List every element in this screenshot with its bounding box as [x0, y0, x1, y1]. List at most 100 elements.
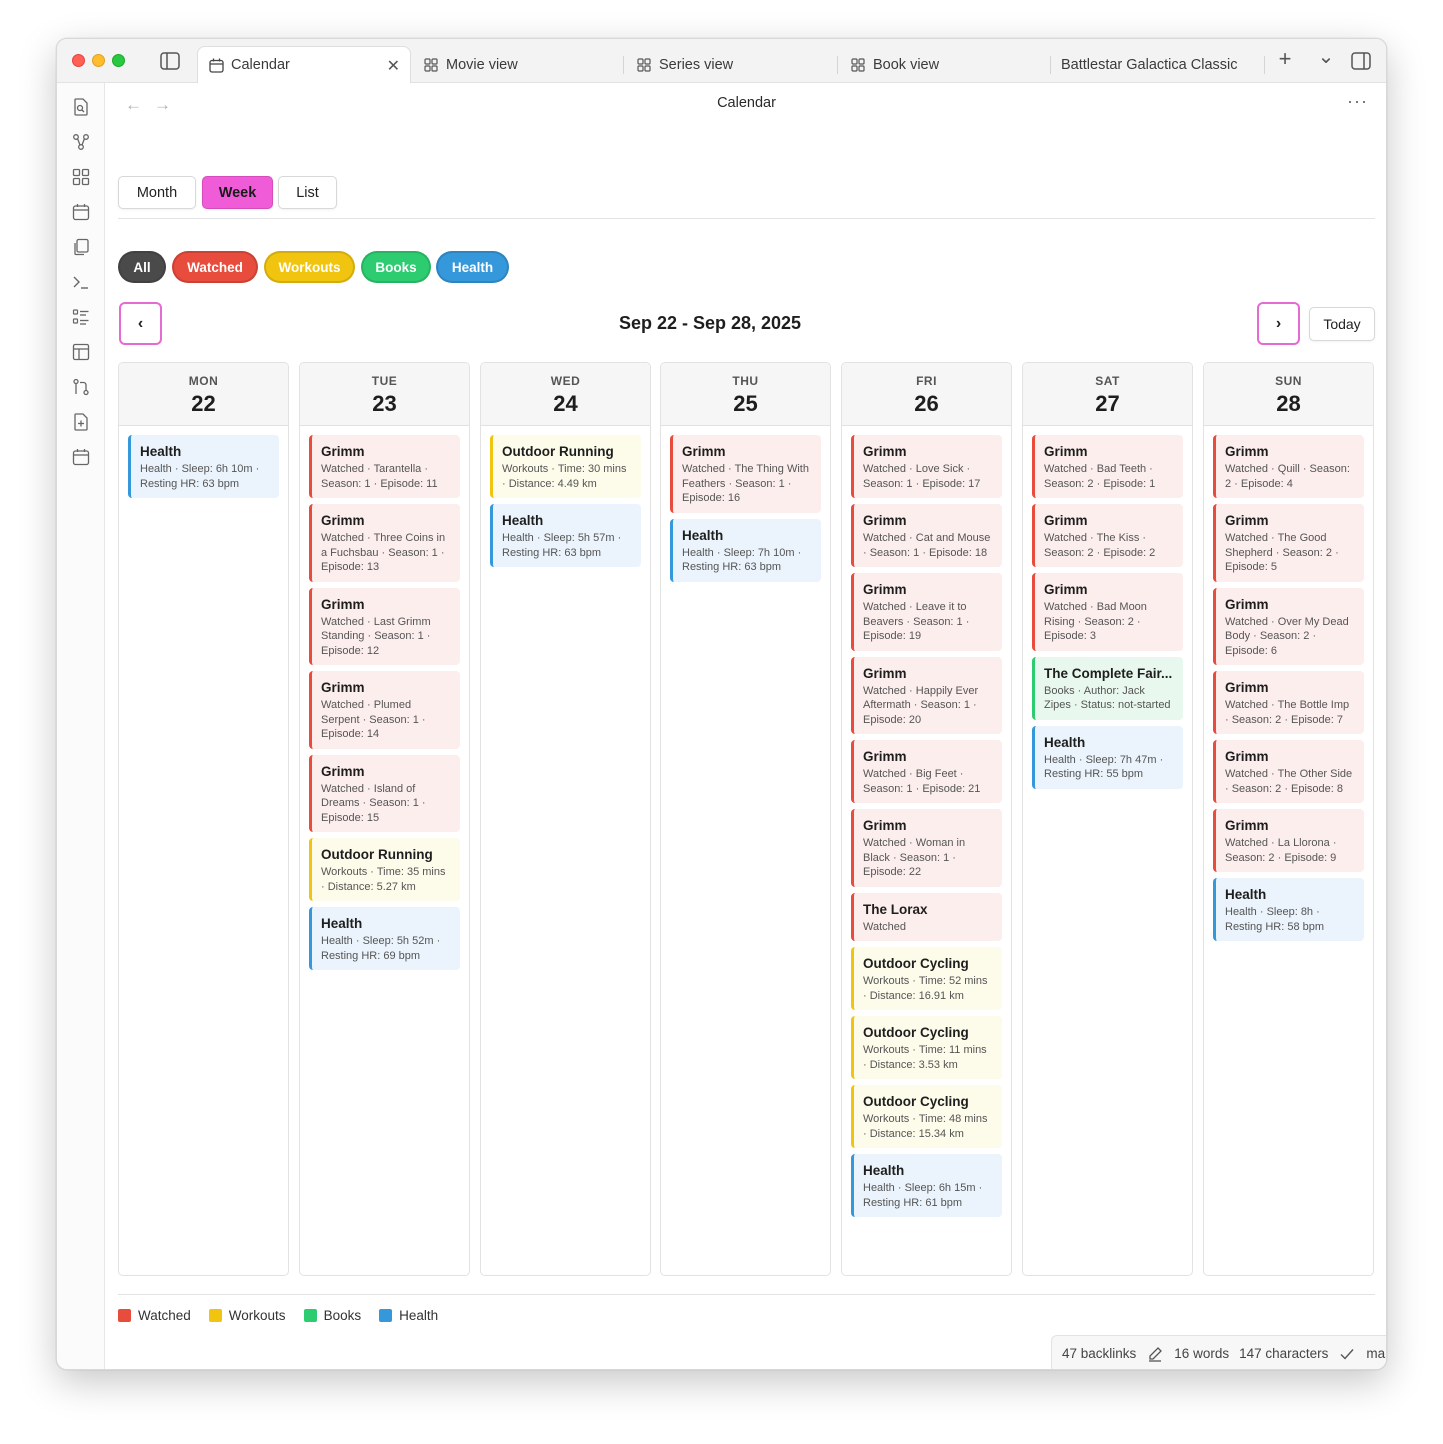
event-card[interactable]: Outdoor Running Workouts · Time: 30 mins … [490, 435, 641, 498]
list-checks-icon[interactable] [71, 307, 91, 327]
filter-all-chip[interactable]: All [118, 251, 166, 283]
git-compare-icon[interactable] [71, 377, 91, 397]
event-card[interactable]: Health Health · Sleep: 5h 57m · Resting H… [490, 504, 641, 567]
close-window-button[interactable] [72, 54, 85, 67]
day-name: MON [188, 374, 219, 388]
table-layout-icon[interactable] [71, 342, 91, 362]
right-sidebar-toggle-icon[interactable] [1350, 51, 1372, 71]
event-card[interactable]: Grimm Watched · Woman in Black · Season: … [851, 809, 1002, 887]
tab-book-view[interactable]: Book view [840, 46, 1050, 83]
event-card[interactable]: Grimm Watched · Three Coins in a Fuchsbau… [309, 504, 460, 582]
event-card[interactable]: Health Health · Sleep: 6h 10m · Resting H… [128, 435, 279, 498]
event-detail: Watched · Big Feet · Season: 1 · Episode… [863, 768, 981, 795]
daily-note-calendar-icon[interactable] [71, 447, 91, 467]
tab-label: Battlestar Galactica Classic [1061, 56, 1238, 73]
edit-pencil-icon[interactable] [1146, 1345, 1164, 1363]
event-card[interactable]: Grimm Watched · Plumed Serpent · Season: … [309, 671, 460, 749]
event-title: Grimm [321, 513, 365, 528]
filter-watched-chip[interactable]: Watched [172, 251, 258, 283]
event-card[interactable]: Health Health · Sleep: 7h 10m · Resting H… [670, 518, 821, 582]
event-detail: Watched · Love Sick · Season: 1 · Episod… [863, 463, 981, 490]
minimize-window-button[interactable] [92, 54, 105, 67]
event-card[interactable]: Health Health · Sleep: 5h 52m · Resting H… [309, 907, 460, 970]
sync-check-icon[interactable] [1338, 1345, 1356, 1363]
event-card[interactable]: Grimm Watched · The Thing With Feathers ·… [670, 435, 821, 513]
calendar-icon[interactable] [71, 202, 91, 222]
event-card[interactable]: The Lorax Watched [851, 892, 1002, 941]
event-title: The Lorax [863, 901, 928, 917]
tab-list-chevron-icon[interactable]: ⌄ [1315, 46, 1337, 68]
event-card[interactable]: Grimm Watched · Bad Teeth · Season: 2 · E… [1032, 435, 1183, 498]
event-card[interactable]: Grimm Watched · Love Sick · Season: 1 · E… [851, 435, 1002, 498]
event-title: Grimm [1044, 513, 1088, 528]
tab-movie-view[interactable]: Movie view [413, 46, 623, 83]
event-card[interactable]: Grimm Watched · Tarantella · Season: 1 · … [309, 435, 460, 498]
event-card[interactable]: Outdoor Cycling Workouts · Time: 52 mins … [851, 947, 1002, 1010]
event-card[interactable]: Health Health · Sleep: 8h · Resting HR: 5… [1213, 878, 1364, 941]
event-card[interactable]: Grimm Watched · Quill · Season: 2 · Episo… [1213, 435, 1364, 498]
event-card[interactable]: Outdoor Running Workouts · Time: 35 mins … [309, 838, 460, 901]
tab-calendar[interactable]: Calendar ✕ [197, 46, 411, 83]
event-card[interactable]: Grimm Watched · The Good Shepherd · Seaso… [1213, 504, 1364, 582]
event-card[interactable]: Grimm Watched · The Other Side · Season: … [1213, 740, 1364, 803]
close-tab-icon[interactable]: ✕ [387, 56, 400, 76]
event-card[interactable]: Grimm Watched · The Bottle Imp · Season: … [1213, 671, 1364, 734]
event-card[interactable]: Grimm Watched · The Kiss · Season: 2 · Ep… [1032, 504, 1183, 567]
event-detail: Workouts · Time: 35 mins · Distance: 5.2… [321, 866, 446, 893]
main-pane: ← → Calendar ··· Month Week List All Wat… [105, 83, 1386, 1369]
git-branch-label[interactable]: main [1366, 1346, 1386, 1361]
graph-view-icon[interactable] [71, 132, 91, 152]
event-card[interactable]: Grimm Watched · Island of Dreams · Season… [309, 754, 460, 832]
filter-workouts-chip[interactable]: Workouts [264, 251, 355, 283]
event-detail: Watched · The Kiss · Season: 2 · Episode… [1044, 532, 1156, 559]
event-card[interactable]: Health Health · Sleep: 7h 47m · Resting H… [1032, 725, 1183, 789]
tab-battlestar-galactica-classic[interactable]: Battlestar Galactica Classic [1051, 46, 1261, 83]
sidebar-toggle-icon[interactable] [159, 51, 181, 71]
backlinks-count[interactable]: 47 backlinks [1062, 1346, 1136, 1361]
view-week-button[interactable]: Week [202, 176, 273, 209]
legend-swatch [303, 1309, 317, 1322]
event-title: Grimm [863, 582, 907, 597]
event-card[interactable]: Outdoor Cycling Workouts · Time: 48 mins … [851, 1085, 1002, 1148]
event-card[interactable]: Grimm Watched · Happily Ever Aftermath · … [851, 656, 1002, 734]
day-name: THU [732, 374, 759, 388]
event-title: Outdoor Cycling [863, 1094, 969, 1109]
terminal-icon[interactable] [71, 272, 91, 292]
event-card[interactable]: Grimm Watched · Leave it to Beavers · Sea… [851, 573, 1002, 651]
today-button[interactable]: Today [1309, 307, 1375, 341]
next-week-button[interactable]: › [1257, 302, 1300, 345]
event-title: Grimm [1044, 582, 1088, 597]
event-list: Grimm Watched · Bad Teeth · Season: 2 · E… [1023, 426, 1192, 789]
filter-health-chip[interactable]: Health [436, 251, 509, 283]
copy-pages-icon[interactable] [71, 237, 91, 257]
event-card[interactable]: Grimm Watched · La Llorona · Season: 2 · … [1213, 809, 1364, 872]
event-card[interactable]: The Complete Fair... Books · Author: Jack… [1032, 656, 1183, 720]
quick-switcher-icon[interactable] [71, 97, 91, 117]
event-card[interactable]: Grimm Watched · Bad Moon Rising · Season:… [1032, 573, 1183, 651]
day-name: SAT [1095, 374, 1120, 388]
day-name: SUN [1275, 374, 1302, 388]
day-header: WED 24 [481, 363, 650, 426]
view-month-button[interactable]: Month [118, 176, 196, 209]
event-card[interactable]: Health Health · Sleep: 6h 15m · Resting H… [851, 1154, 1002, 1217]
legend-item-books: Books [303, 1308, 361, 1323]
filter-books-chip[interactable]: Books [361, 251, 431, 283]
day-column-wed: WED 24 Outdoor Running Workouts · Time: 30 … [480, 362, 651, 1276]
event-detail: Health · Sleep: 5h 57m · Resting HR: 63 … [502, 532, 622, 559]
view-list-button[interactable]: List [278, 176, 337, 209]
new-tab-icon[interactable]: + [1274, 46, 1296, 71]
event-card[interactable]: Grimm Watched · Big Feet · Season: 1 · Ep… [851, 740, 1002, 803]
day-name: WED [550, 374, 581, 388]
dashboard-grid-icon[interactable] [71, 167, 91, 187]
zoom-window-button[interactable] [112, 54, 125, 67]
event-card[interactable]: Grimm Watched · Cat and Mouse · Season: 1… [851, 504, 1002, 567]
event-title: Grimm [682, 444, 726, 459]
event-card[interactable]: Grimm Watched · Last Grimm Standing · Sea… [309, 587, 460, 665]
event-card[interactable]: Grimm Watched · Over My Dead Body · Seaso… [1213, 587, 1364, 665]
event-title: The Complete Fair... [1044, 665, 1173, 681]
more-options-icon[interactable]: ··· [1347, 91, 1368, 112]
tab-series-view[interactable]: Series view [626, 46, 836, 83]
event-card[interactable]: Outdoor Cycling Workouts · Time: 11 mins … [851, 1016, 1002, 1079]
event-detail: Health · Sleep: 5h 52m · Resting HR: 69 … [321, 935, 441, 962]
new-file-icon[interactable] [71, 412, 91, 432]
